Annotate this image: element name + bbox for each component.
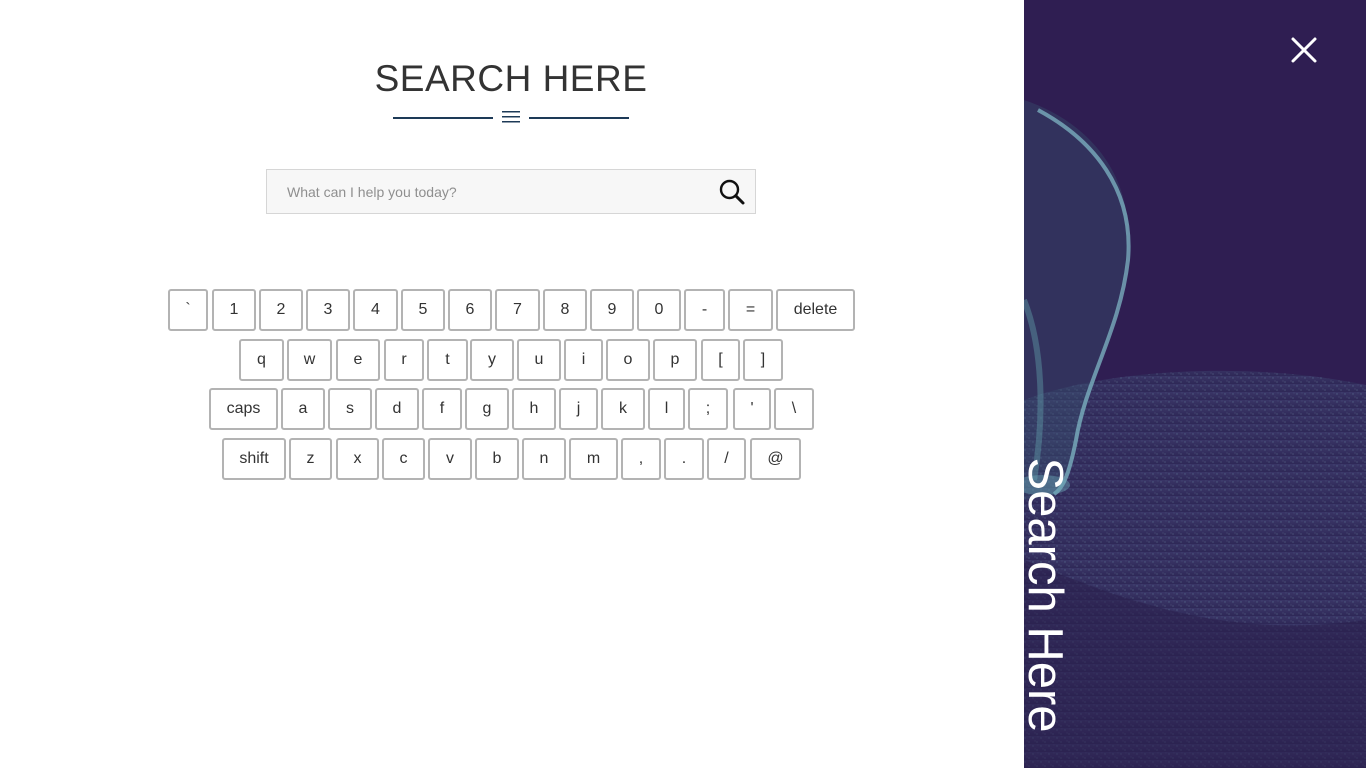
key[interactable]: \ — [774, 388, 814, 430]
key[interactable]: n — [522, 438, 566, 480]
key[interactable]: z — [289, 438, 332, 480]
menu-icon — [502, 111, 520, 123]
key[interactable]: 2 — [259, 289, 303, 331]
key[interactable]: 3 — [306, 289, 350, 331]
page-title: SEARCH HERE — [374, 58, 648, 99]
key[interactable]: / — [707, 438, 746, 480]
key[interactable]: 5 — [401, 289, 445, 331]
key[interactable]: w — [287, 339, 332, 381]
keyboard-row-3: caps a s d f g h j k l ; ' \ — [209, 388, 814, 430]
key[interactable]: h — [512, 388, 556, 430]
key[interactable]: 8 — [543, 289, 587, 331]
key[interactable]: y — [470, 339, 514, 381]
key[interactable]: 6 — [448, 289, 492, 331]
key[interactable]: i — [564, 339, 603, 381]
delete-key[interactable]: delete — [776, 289, 855, 331]
search-input[interactable] — [267, 170, 697, 213]
key[interactable]: b — [475, 438, 519, 480]
divider-line-left — [393, 117, 493, 119]
caps-key[interactable]: caps — [209, 388, 278, 430]
key[interactable]: - — [684, 289, 725, 331]
key[interactable]: x — [336, 438, 379, 480]
close-icon[interactable] — [1290, 36, 1318, 64]
key[interactable]: 1 — [212, 289, 256, 331]
key[interactable]: ] — [743, 339, 783, 381]
search-box — [266, 169, 756, 214]
key[interactable]: f — [422, 388, 462, 430]
key[interactable]: t — [427, 339, 468, 381]
key[interactable]: 0 — [637, 289, 681, 331]
lightbulb-sand-image — [1024, 0, 1366, 768]
key[interactable]: c — [382, 438, 425, 480]
key[interactable]: u — [517, 339, 561, 381]
side-panel — [1024, 0, 1366, 768]
keyboard-row-2: q w e r t y u i o p [ ] — [239, 339, 783, 381]
key[interactable]: q — [239, 339, 284, 381]
key[interactable]: [ — [701, 339, 740, 381]
key[interactable]: d — [375, 388, 419, 430]
key[interactable]: @ — [750, 438, 801, 480]
key[interactable]: r — [384, 339, 424, 381]
key[interactable]: ; — [688, 388, 728, 430]
divider-line-right — [529, 117, 629, 119]
key[interactable]: , — [621, 438, 661, 480]
key[interactable]: = — [728, 289, 773, 331]
key[interactable]: e — [336, 339, 380, 381]
key[interactable]: m — [569, 438, 618, 480]
search-icon[interactable] — [717, 177, 747, 207]
key[interactable]: k — [601, 388, 645, 430]
key[interactable]: s — [328, 388, 372, 430]
key[interactable]: l — [648, 388, 685, 430]
key[interactable]: . — [664, 438, 704, 480]
key[interactable]: p — [653, 339, 697, 381]
shift-key[interactable]: shift — [222, 438, 286, 480]
search-overlay: SEARCH HERE ` 1 2 3 4 5 6 7 8 9 0 - = de… — [0, 0, 1024, 768]
key[interactable]: ' — [733, 388, 771, 430]
key[interactable]: 4 — [353, 289, 398, 331]
key[interactable]: ` — [168, 289, 208, 331]
key[interactable]: 9 — [590, 289, 634, 331]
key[interactable]: o — [606, 339, 650, 381]
side-panel-title: Search Here — [1018, 457, 1072, 733]
title-divider — [393, 107, 629, 127]
keyboard-row-1: ` 1 2 3 4 5 6 7 8 9 0 - = delete — [168, 289, 855, 331]
keyboard-row-4: shift z x c v b n m , . / @ — [222, 438, 801, 480]
key[interactable]: 7 — [495, 289, 540, 331]
key[interactable]: a — [281, 388, 325, 430]
key[interactable]: j — [559, 388, 598, 430]
key[interactable]: v — [428, 438, 472, 480]
key[interactable]: g — [465, 388, 509, 430]
